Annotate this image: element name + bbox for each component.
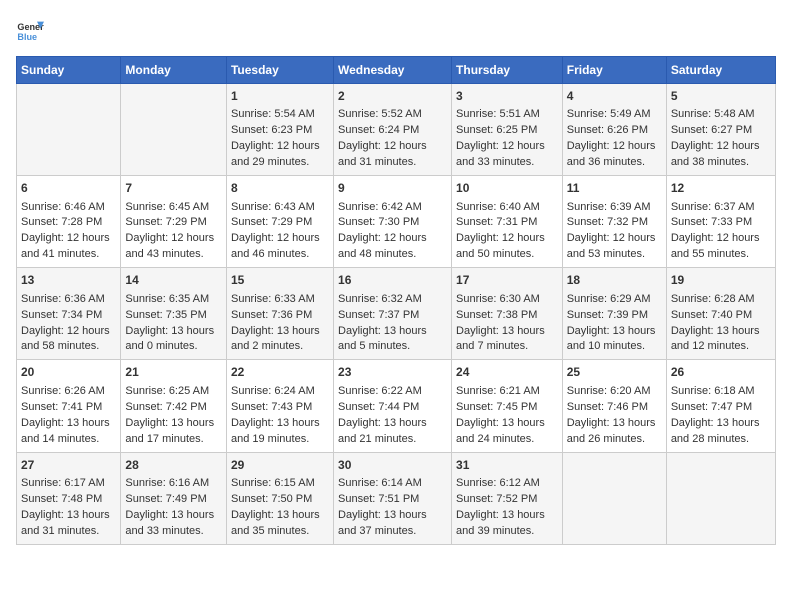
- day-cell: 23Sunrise: 6:22 AMSunset: 7:44 PMDayligh…: [334, 360, 452, 452]
- day-cell: 9Sunrise: 6:42 AMSunset: 7:30 PMDaylight…: [334, 176, 452, 268]
- day-number: 30: [338, 457, 447, 474]
- logo: General Blue: [16, 16, 44, 44]
- logo-icon: General Blue: [16, 16, 44, 44]
- day-number: 8: [231, 180, 329, 197]
- col-header-thursday: Thursday: [452, 57, 563, 84]
- day-cell: 13Sunrise: 6:36 AMSunset: 7:34 PMDayligh…: [17, 268, 121, 360]
- day-cell: 29Sunrise: 6:15 AMSunset: 7:50 PMDayligh…: [226, 452, 333, 544]
- day-cell: 25Sunrise: 6:20 AMSunset: 7:46 PMDayligh…: [562, 360, 666, 452]
- day-number: 22: [231, 364, 329, 381]
- day-number: 29: [231, 457, 329, 474]
- day-number: 14: [125, 272, 222, 289]
- week-row-2: 6Sunrise: 6:46 AMSunset: 7:28 PMDaylight…: [17, 176, 776, 268]
- day-cell: 14Sunrise: 6:35 AMSunset: 7:35 PMDayligh…: [121, 268, 227, 360]
- day-number: 13: [21, 272, 116, 289]
- day-cell: 12Sunrise: 6:37 AMSunset: 7:33 PMDayligh…: [666, 176, 775, 268]
- day-cell: 4Sunrise: 5:49 AMSunset: 6:26 PMDaylight…: [562, 84, 666, 176]
- week-row-3: 13Sunrise: 6:36 AMSunset: 7:34 PMDayligh…: [17, 268, 776, 360]
- day-number: 31: [456, 457, 558, 474]
- week-row-1: 1Sunrise: 5:54 AMSunset: 6:23 PMDaylight…: [17, 84, 776, 176]
- day-number: 28: [125, 457, 222, 474]
- day-cell: 26Sunrise: 6:18 AMSunset: 7:47 PMDayligh…: [666, 360, 775, 452]
- col-header-friday: Friday: [562, 57, 666, 84]
- day-cell: 15Sunrise: 6:33 AMSunset: 7:36 PMDayligh…: [226, 268, 333, 360]
- col-header-wednesday: Wednesday: [334, 57, 452, 84]
- day-cell: 16Sunrise: 6:32 AMSunset: 7:37 PMDayligh…: [334, 268, 452, 360]
- col-header-sunday: Sunday: [17, 57, 121, 84]
- day-number: 1: [231, 88, 329, 105]
- day-cell: [121, 84, 227, 176]
- day-cell: 7Sunrise: 6:45 AMSunset: 7:29 PMDaylight…: [121, 176, 227, 268]
- day-cell: 21Sunrise: 6:25 AMSunset: 7:42 PMDayligh…: [121, 360, 227, 452]
- week-row-4: 20Sunrise: 6:26 AMSunset: 7:41 PMDayligh…: [17, 360, 776, 452]
- day-number: 3: [456, 88, 558, 105]
- col-header-tuesday: Tuesday: [226, 57, 333, 84]
- day-number: 20: [21, 364, 116, 381]
- day-cell: 20Sunrise: 6:26 AMSunset: 7:41 PMDayligh…: [17, 360, 121, 452]
- day-cell: 3Sunrise: 5:51 AMSunset: 6:25 PMDaylight…: [452, 84, 563, 176]
- day-number: 16: [338, 272, 447, 289]
- day-cell: 24Sunrise: 6:21 AMSunset: 7:45 PMDayligh…: [452, 360, 563, 452]
- day-number: 23: [338, 364, 447, 381]
- page-header: General Blue: [16, 16, 776, 44]
- col-header-monday: Monday: [121, 57, 227, 84]
- day-number: 25: [567, 364, 662, 381]
- day-cell: 5Sunrise: 5:48 AMSunset: 6:27 PMDaylight…: [666, 84, 775, 176]
- day-cell: 28Sunrise: 6:16 AMSunset: 7:49 PMDayligh…: [121, 452, 227, 544]
- col-header-saturday: Saturday: [666, 57, 775, 84]
- day-number: 10: [456, 180, 558, 197]
- header-row: SundayMondayTuesdayWednesdayThursdayFrid…: [17, 57, 776, 84]
- day-number: 15: [231, 272, 329, 289]
- day-number: 21: [125, 364, 222, 381]
- day-number: 24: [456, 364, 558, 381]
- day-number: 5: [671, 88, 771, 105]
- day-cell: 1Sunrise: 5:54 AMSunset: 6:23 PMDaylight…: [226, 84, 333, 176]
- day-cell: 10Sunrise: 6:40 AMSunset: 7:31 PMDayligh…: [452, 176, 563, 268]
- day-cell: 2Sunrise: 5:52 AMSunset: 6:24 PMDaylight…: [334, 84, 452, 176]
- day-number: 12: [671, 180, 771, 197]
- day-number: 9: [338, 180, 447, 197]
- svg-text:Blue: Blue: [17, 32, 37, 42]
- day-cell: 8Sunrise: 6:43 AMSunset: 7:29 PMDaylight…: [226, 176, 333, 268]
- day-number: 18: [567, 272, 662, 289]
- day-number: 26: [671, 364, 771, 381]
- day-cell: 18Sunrise: 6:29 AMSunset: 7:39 PMDayligh…: [562, 268, 666, 360]
- day-number: 11: [567, 180, 662, 197]
- day-cell: 6Sunrise: 6:46 AMSunset: 7:28 PMDaylight…: [17, 176, 121, 268]
- day-cell: 17Sunrise: 6:30 AMSunset: 7:38 PMDayligh…: [452, 268, 563, 360]
- calendar-table: SundayMondayTuesdayWednesdayThursdayFrid…: [16, 56, 776, 545]
- day-number: 27: [21, 457, 116, 474]
- day-number: 4: [567, 88, 662, 105]
- day-number: 2: [338, 88, 447, 105]
- day-cell: 22Sunrise: 6:24 AMSunset: 7:43 PMDayligh…: [226, 360, 333, 452]
- day-cell: 11Sunrise: 6:39 AMSunset: 7:32 PMDayligh…: [562, 176, 666, 268]
- day-cell: [17, 84, 121, 176]
- day-number: 17: [456, 272, 558, 289]
- day-cell: 31Sunrise: 6:12 AMSunset: 7:52 PMDayligh…: [452, 452, 563, 544]
- day-cell: [666, 452, 775, 544]
- day-cell: 30Sunrise: 6:14 AMSunset: 7:51 PMDayligh…: [334, 452, 452, 544]
- day-cell: [562, 452, 666, 544]
- day-number: 19: [671, 272, 771, 289]
- day-cell: 27Sunrise: 6:17 AMSunset: 7:48 PMDayligh…: [17, 452, 121, 544]
- day-number: 6: [21, 180, 116, 197]
- week-row-5: 27Sunrise: 6:17 AMSunset: 7:48 PMDayligh…: [17, 452, 776, 544]
- day-cell: 19Sunrise: 6:28 AMSunset: 7:40 PMDayligh…: [666, 268, 775, 360]
- day-number: 7: [125, 180, 222, 197]
